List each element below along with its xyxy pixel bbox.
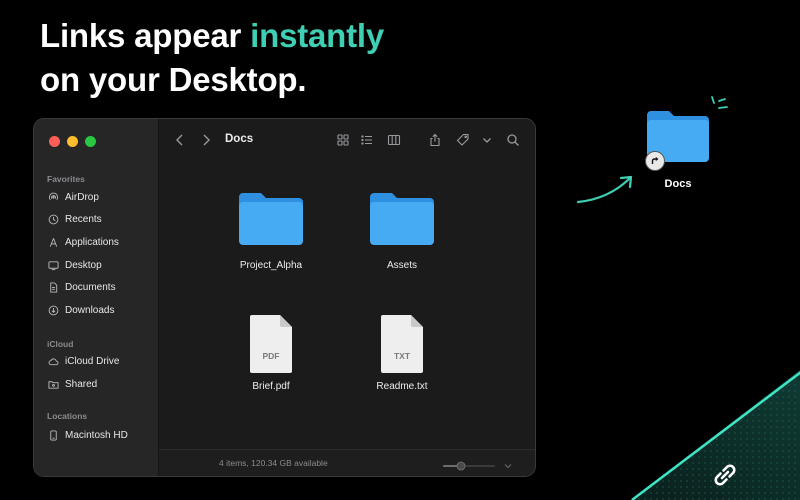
back-button[interactable] — [172, 132, 188, 148]
download-icon — [48, 305, 59, 315]
sidebar-item-label: Recents — [65, 213, 102, 225]
shared-folder-icon — [48, 380, 59, 389]
columns-icon — [387, 134, 401, 146]
grid-icon — [337, 134, 349, 146]
alias-badge — [645, 151, 665, 171]
chevron-left-icon — [176, 134, 183, 146]
status-bar: 4 items, 120.34 GB available — [159, 449, 535, 476]
sidebar-item-label: Macintosh HD — [65, 429, 128, 441]
headline-line-1: Links appear instantly — [40, 17, 385, 54]
status-text: 4 items, 120.34 GB available — [219, 458, 328, 468]
sidebar-item-downloads[interactable]: Downloads — [48, 302, 114, 318]
sidebar-item-label: Shared — [65, 378, 98, 390]
zoom-button[interactable] — [85, 136, 96, 147]
file-name: Brief.pdf — [252, 381, 290, 392]
sidebar-item-icloud-drive[interactable]: iCloud Drive — [48, 353, 119, 369]
sidebar-item-label: iCloud Drive — [65, 355, 120, 367]
icon-size-slider[interactable] — [443, 458, 515, 471]
file-item[interactable]: Assets — [352, 189, 452, 271]
search-icon — [507, 134, 519, 146]
sidebar-item-desktop[interactable]: Desktop — [48, 257, 102, 273]
sidebar-item-label: Downloads — [65, 304, 115, 316]
list-icon — [361, 135, 372, 145]
minimize-button[interactable] — [67, 136, 78, 147]
file-extension: PDF — [262, 351, 280, 361]
column-view-button[interactable] — [386, 132, 402, 148]
applications-icon — [49, 237, 58, 247]
tag-button[interactable] — [455, 132, 471, 148]
sidebar-item-label: Applications — [65, 236, 119, 248]
sidebar-item-shared[interactable]: Shared — [48, 376, 97, 392]
sidebar-header-favorites: Favorites — [47, 174, 85, 184]
forward-button[interactable] — [198, 132, 214, 148]
search-button[interactable] — [505, 132, 521, 148]
disk-icon — [50, 429, 57, 441]
file-item[interactable]: PDF Brief.pdf — [221, 315, 321, 392]
headline-accent: instantly — [250, 17, 385, 54]
share-icon — [430, 133, 440, 147]
sidebar-header-locations: Locations — [47, 411, 88, 421]
airdrop-icon — [48, 192, 59, 200]
sidebar-item-label: AirDrop — [65, 191, 99, 203]
sidebar-header-icloud: iCloud — [47, 339, 74, 349]
chevron-down-icon — [483, 138, 491, 143]
share-button[interactable] — [427, 132, 443, 148]
window-title: Docs — [225, 133, 254, 145]
clock-icon — [48, 214, 59, 224]
folder-icon — [370, 193, 434, 245]
headline-line-2: on your Desktop. — [40, 61, 307, 98]
file-extension: TXT — [393, 351, 411, 361]
file-name: Project_Alpha — [239, 260, 303, 271]
sidebar-item-recents[interactable]: Recents — [48, 211, 102, 227]
file-name: Readme.txt — [376, 381, 428, 392]
pdf-document-icon: PDF — [249, 315, 293, 373]
folder-icon — [239, 193, 303, 245]
curved-arrow-icon — [576, 175, 633, 204]
tag-icon — [456, 133, 469, 146]
file-item[interactable]: TXT Readme.txt — [352, 315, 452, 392]
file-item[interactable]: Project_Alpha — [221, 189, 321, 271]
desktop-alias-label: Docs — [664, 178, 692, 190]
document-icon — [50, 281, 58, 293]
headline: Links appear instantly on your Desktop. — [40, 14, 384, 102]
cloud-icon — [48, 357, 59, 365]
desktop-icon — [48, 260, 59, 270]
finder-content: Docs Project_Alpha Assets PDF Brief.pdf … — [159, 119, 535, 476]
sidebar-item-documents[interactable]: Documents — [48, 279, 116, 295]
sidebar-item-label: Desktop — [65, 259, 102, 271]
window-controls — [49, 136, 96, 147]
list-view-button[interactable] — [359, 132, 375, 148]
sidebar-item-airdrop[interactable]: AirDrop — [48, 189, 99, 205]
link-icon — [714, 464, 736, 486]
sidebar-item-label: Documents — [65, 281, 116, 293]
chevron-right-icon — [203, 134, 210, 146]
finder-window: Favorites AirDrop Recents Applications D… — [33, 118, 536, 477]
icon-view-button[interactable] — [335, 132, 351, 148]
more-actions-button[interactable] — [479, 132, 495, 148]
text-document-icon: TXT — [380, 315, 424, 373]
close-button[interactable] — [49, 136, 60, 147]
sidebar-item-applications[interactable]: Applications — [48, 234, 119, 250]
sidebar-item-macintosh-hd[interactable]: Macintosh HD — [48, 427, 128, 443]
toolbar: Docs — [159, 119, 535, 163]
sidebar: Favorites AirDrop Recents Applications D… — [34, 119, 159, 476]
alias-arrow-icon — [651, 157, 659, 164]
file-name: Assets — [386, 260, 417, 271]
